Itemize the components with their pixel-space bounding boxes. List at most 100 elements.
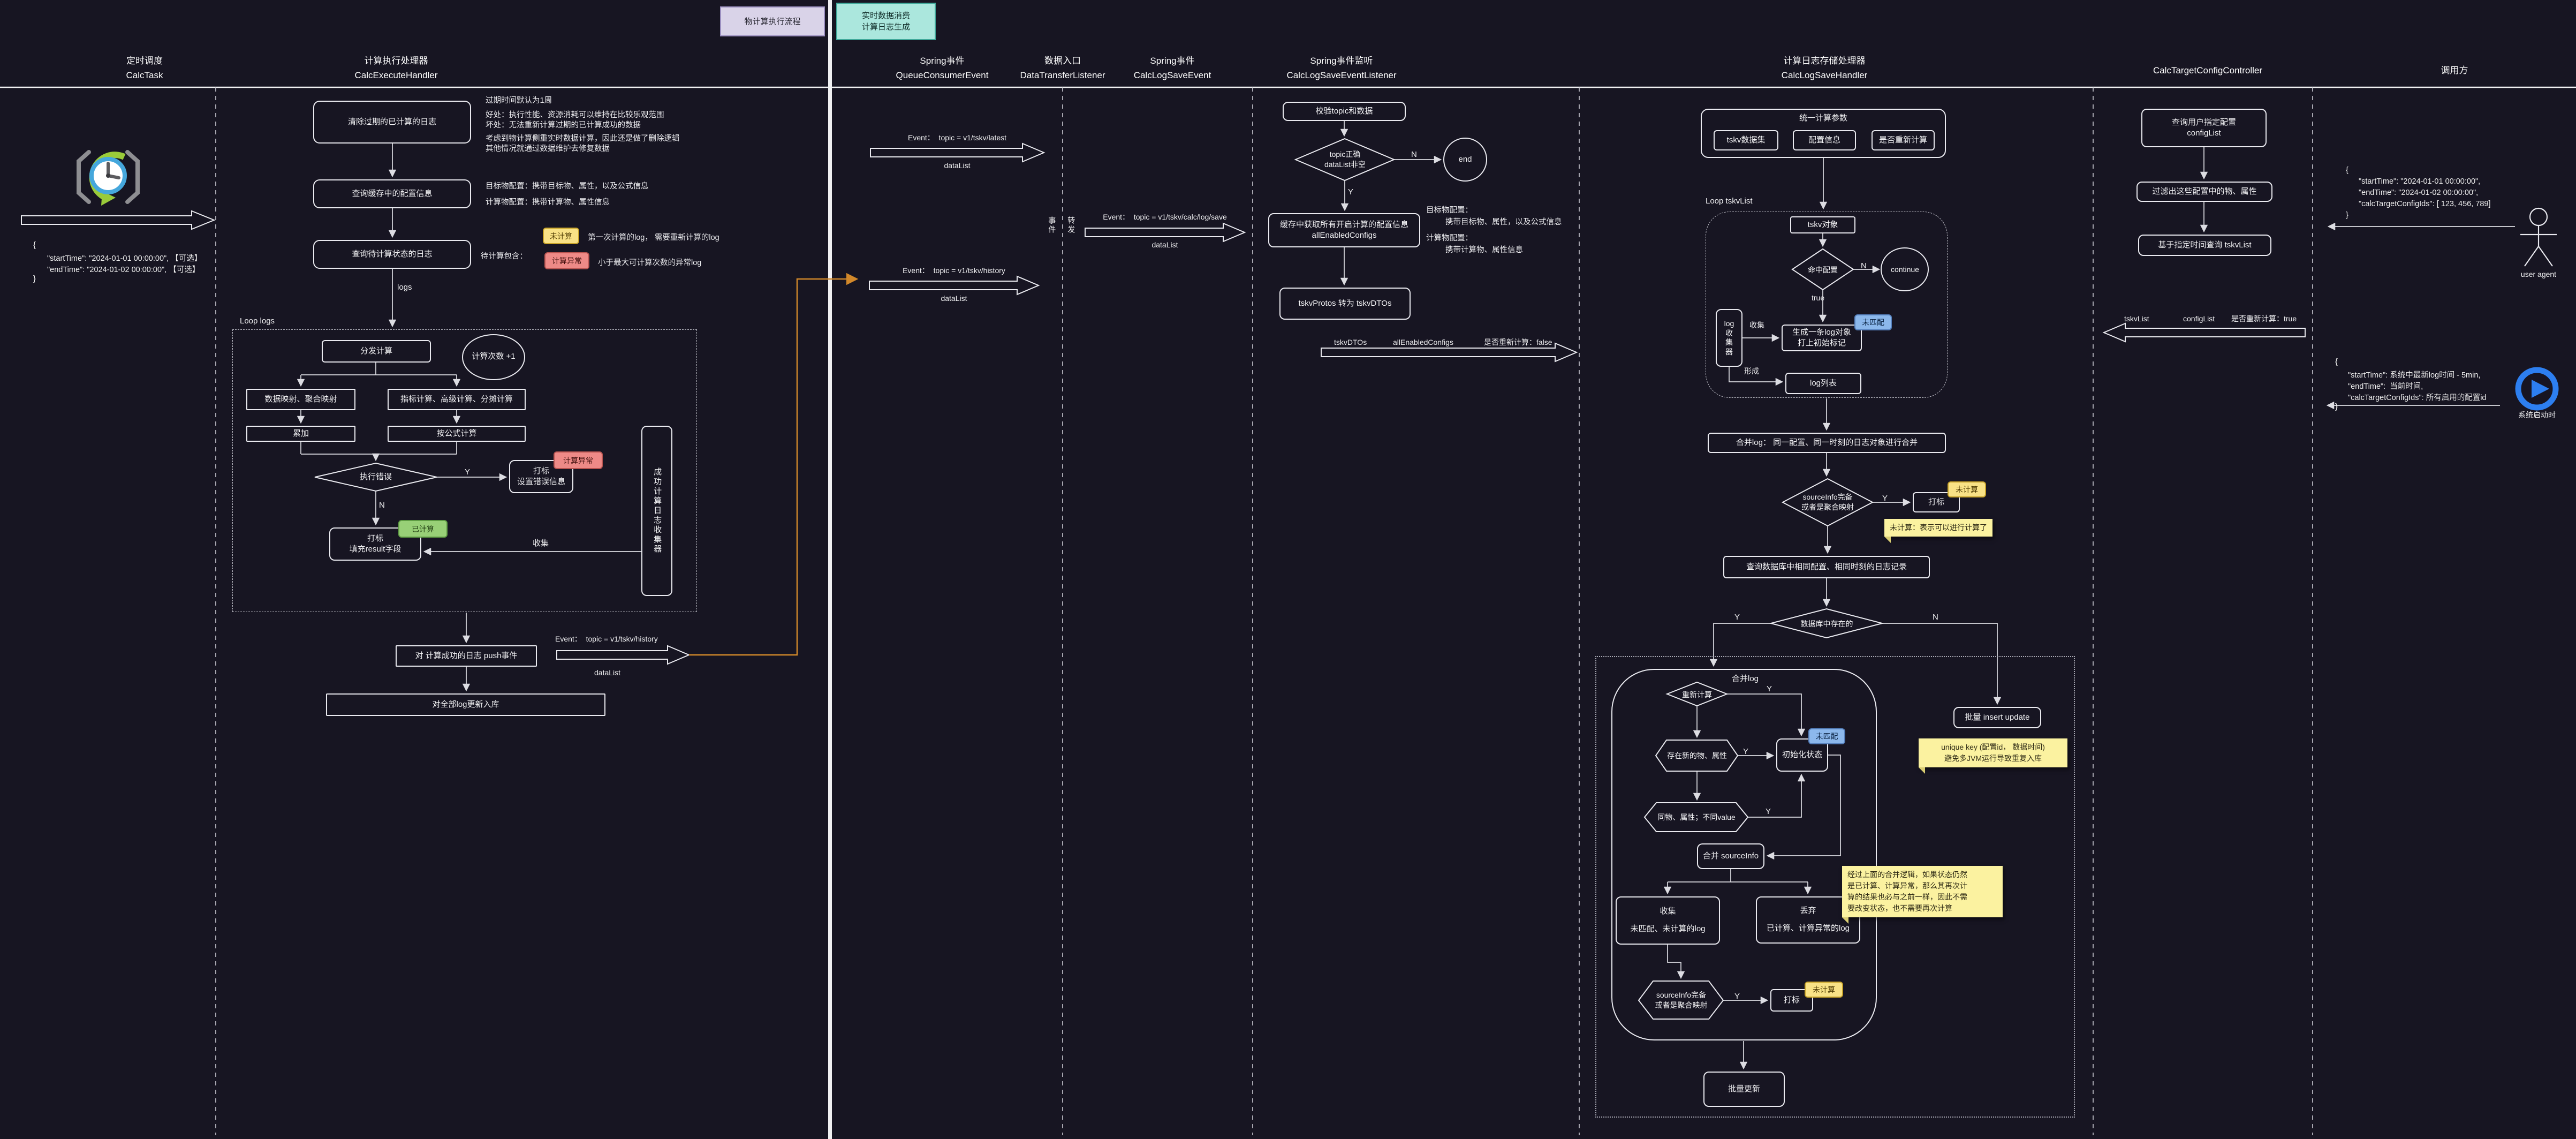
step-convert-protos: tskvProtos 转为 tskvDTOs (1279, 288, 1411, 320)
forward-label-right: 转发 (1066, 216, 1076, 237)
step-query-db-logs: 查询数据库中相同配置、相同时刻的日志记录 (1723, 556, 1930, 578)
merge-log-title: 合并log (1665, 674, 1825, 684)
pending-error-text: 小于最大可计算次数的异常log (598, 257, 701, 268)
push-event-label: Event： topic = v1/tskv/history (555, 634, 658, 644)
header-calctargetconfigcontroller: CalcTargetConfigController (2141, 63, 2275, 78)
topic-valid-label: topic正确 dataList非空 (1306, 146, 1384, 174)
logs-label: logs (397, 282, 412, 293)
note-not-calculated: 未计算：表示可以进行计算了 (1884, 519, 1992, 537)
return-tskvlist-arrow (2104, 323, 2305, 342)
caller-request-line: "endTime": "2024-01-02 00:00:00", (2359, 188, 2478, 197)
event-latest-arrow (870, 144, 1044, 162)
caller-request-line: } (2346, 211, 2348, 220)
event-latest-label: Event： topic = v1/tskv/latest (870, 133, 1044, 142)
branch-y: Y (1348, 187, 1353, 198)
form-label: 形成 (1744, 366, 1759, 376)
step-query-tskvlist: 基于指定时间查询 tskvList (2138, 235, 2271, 256)
branch-y: Y (1766, 806, 1771, 817)
pending-label: 待计算包含： (481, 250, 527, 261)
branch-n: N (1933, 612, 1938, 623)
pending-uncalc-text: 第一次计算的log， 需要重新计算的log (588, 231, 719, 243)
event-history-datalist: dataList (869, 293, 1039, 303)
caller-request-line: { (2346, 166, 2348, 175)
end-label: end (1452, 155, 1479, 164)
step-formula-calc: 按公式计算 (388, 426, 526, 442)
event-history-arrow (869, 276, 1039, 295)
header-calcexecutehandler: 计算执行处理器CalcExecuteHandler (316, 54, 476, 82)
calctask-request-line: "endTime": "2024-01-02 00:00:00", 【可选】 (47, 263, 200, 275)
branch-y: Y (1882, 493, 1888, 504)
note-expire: 其他情况就通过数据维护去修复数据 (486, 142, 610, 154)
hit-config-label: 命中配置 (1801, 265, 1844, 275)
step-query-cached-config: 查询缓存中的配置信息 (313, 179, 471, 208)
step-indicator-calc: 指标计算、高级计算、分摊计算 (388, 389, 526, 410)
calctask-request-line: } (33, 275, 36, 283)
branch-y: Y (465, 467, 470, 478)
branch-y: Y (1767, 684, 1772, 695)
step-merge-sourceinfo: 合并 sourceInfo (1697, 843, 1764, 869)
listener-note: 携带计算物、属性信息 (1445, 244, 1523, 255)
step-push-success-logs: 对 计算成功的日志 push事件 (396, 645, 537, 667)
step-accumulate: 累加 (246, 426, 355, 442)
note-expire: 过期时间默认为1周 (486, 94, 552, 105)
forward-label-left: 事件 (1047, 216, 1057, 237)
log-collector-box: log 收 集 器 (1716, 309, 1742, 367)
user-agent-icon (2520, 208, 2557, 266)
branch-true: true (1812, 293, 1824, 303)
branch-n: N (1411, 149, 1417, 160)
system-start-label: 系统启动时 (2505, 410, 2569, 420)
step-collect-unmatched: 收集 未匹配、未计算的log (1616, 896, 1720, 945)
badge-calculated: 已计算 (398, 520, 448, 538)
db-exists-label: 数据库中存在的 (1791, 618, 1863, 629)
new-things-label: 存在新的物、属性 (1657, 751, 1737, 760)
loop-tskvlist-container (1706, 212, 1948, 398)
event-save-arrow (1085, 223, 1245, 242)
recalc-label: 重新计算 (1673, 690, 1721, 699)
note-expire: 好处：执行性能、资源消耗可以维持在比较乐观范围 (486, 109, 664, 120)
system-start-play-icon (2518, 370, 2556, 408)
step-filter-things: 过滤出这些配置中的物、属性 (2136, 182, 2272, 202)
loop-tskvlist-label: Loop tskvList (1706, 196, 1753, 207)
system-request-line: "calcTargetConfigIds": 所有启用的配置id (2348, 391, 2486, 403)
sourceinfo-complete-label: sourceInfo完备 或者是聚合映射 (1640, 988, 1723, 1013)
header-caller: 调用方 (2414, 63, 2495, 78)
step-generate-log: 生成一条log对象 打上初始标记 (1782, 325, 1862, 351)
return-tskvlist-label: tskvList (2124, 314, 2149, 323)
badge-calc-error: 计算异常 (544, 252, 589, 269)
caller-request-line: "calcTargetConfigIds": [ 123, 456, 789] (2359, 200, 2490, 208)
scheduler-clock-icon (79, 152, 138, 206)
calctask-request-line: { (33, 241, 36, 250)
log-list-box: log列表 (1785, 373, 1861, 394)
push-event-arrow (557, 646, 689, 664)
listener-note: 计算物配置： (1426, 232, 1473, 243)
calctask-request-line: "startTime": "2024-01-01 00:00:00", 【可选】 (47, 252, 202, 263)
param-config-info: 配置信息 (1793, 130, 1856, 150)
tskv-object-box: tskv对象 (1790, 216, 1855, 233)
step-update-all-logs: 对全部log更新入库 (326, 693, 605, 716)
header-calclogsavehandler: 计算日志存储处理器CalcLogSaveHandler (1757, 54, 1891, 82)
step-batch-update: 批量更新 (1703, 1072, 1785, 1107)
badge-not-calculated: 未计算 (1948, 481, 1986, 497)
event-latest-datalist: dataList (870, 161, 1044, 170)
header-calclogsaveevent: Spring事件CalcLogSaveEvent (1119, 54, 1226, 82)
return-recalc-true-label: 是否重新计算：true (2231, 314, 2297, 323)
exec-error-label: 执行错误 (348, 470, 404, 484)
success-log-collector: 成功计算日志收集器 (641, 426, 672, 596)
badge-not-calculated: 未计算 (543, 228, 579, 244)
loop-logs-label: Loop logs (240, 316, 275, 327)
step-clear-expired-logs: 清除过期的已计算的日志 (313, 101, 471, 144)
collect-label: 收集 (1749, 320, 1764, 330)
note-config: 目标物配置：携带目标物、属性，以及公式信息 (486, 180, 649, 191)
header-datatransferlistener: 数据入口DataTransferListener (1004, 54, 1122, 82)
event-history-label: Event： topic = v1/tskv/history (869, 266, 1039, 275)
step-batch-insert-update: 批量 insert update (1953, 707, 2041, 728)
header-calctask: 定时调度CalcTask (91, 54, 198, 82)
step-dispatch-calc: 分发计算 (322, 340, 431, 363)
listener-note: 携带目标物、属性，以及公式信息 (1445, 216, 1562, 227)
param-recalc-flag: 是否重新计算 (1872, 130, 1935, 150)
configs-label: allEnabledConfigs (1393, 337, 1453, 347)
system-request-line: { (2335, 358, 2338, 366)
branch-n: N (379, 500, 385, 511)
legend-thing-calc-flow: 物计算执行流程 (720, 6, 825, 36)
user-agent-label: user agent (2506, 269, 2571, 279)
